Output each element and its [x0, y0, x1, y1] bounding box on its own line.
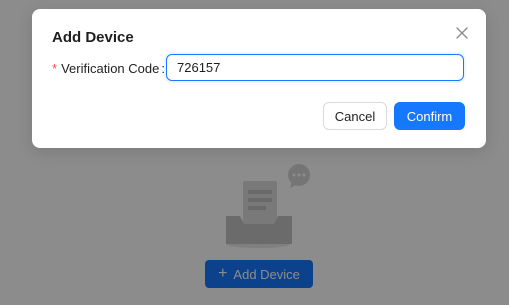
label-colon: :: [161, 60, 165, 76]
cancel-button[interactable]: Cancel: [323, 102, 387, 130]
add-device-dialog: Add Device * Verification Code : Cancel …: [32, 9, 486, 148]
confirm-button[interactable]: Confirm: [394, 102, 465, 130]
verification-code-row: * Verification Code :: [52, 54, 165, 82]
dialog-title: Add Device: [52, 29, 134, 46]
required-mark: *: [52, 60, 58, 76]
close-icon[interactable]: [455, 26, 469, 40]
verification-code-label: Verification Code: [61, 60, 160, 76]
verification-code-input[interactable]: [166, 54, 464, 81]
